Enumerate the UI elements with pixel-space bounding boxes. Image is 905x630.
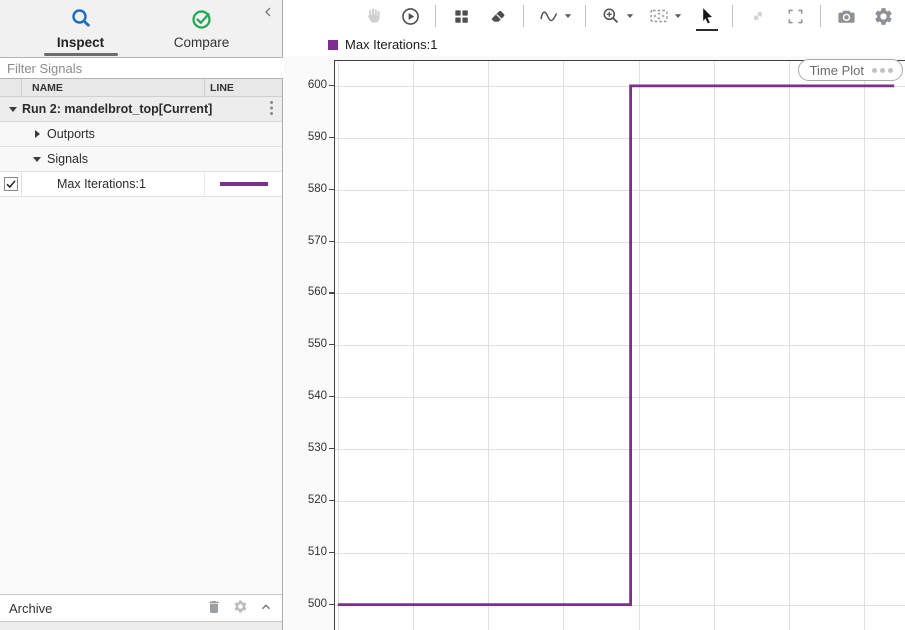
y-tick-mark xyxy=(329,241,334,242)
chevron-down-icon xyxy=(626,13,634,19)
tab-inspect-label: Inspect xyxy=(57,35,104,50)
tab-inspect[interactable]: Inspect xyxy=(26,0,136,57)
sidebar-tabs: Inspect Compare xyxy=(0,0,282,57)
y-tick-label: 570 xyxy=(284,235,327,248)
signal-wave-icon[interactable] xyxy=(537,3,561,29)
archive-collapse-chevron-icon[interactable] xyxy=(259,600,273,617)
y-tick-label: 520 xyxy=(284,494,327,507)
settings-gear-icon[interactable] xyxy=(871,3,895,29)
signals-row-label: Signals xyxy=(47,152,88,166)
fit-to-view-icon[interactable] xyxy=(647,3,671,29)
time-plot-badge-label: Time Plot xyxy=(810,63,864,78)
sidebar: Inspect Compare NAME LINE xyxy=(0,0,283,630)
y-tick-mark xyxy=(329,344,334,345)
inspect-magnifier-icon xyxy=(68,6,94,32)
run-options-kebab-icon[interactable] xyxy=(269,100,274,119)
time-plot-canvas[interactable] xyxy=(334,60,905,630)
signal-row-max-iterations[interactable]: Max Iterations:1 xyxy=(0,172,282,197)
y-tick-mark xyxy=(329,552,334,553)
y-tick-mark xyxy=(329,500,334,501)
plot-panel: Max Iterations:1 Time Plot 500 510 520 530 5… xyxy=(284,0,905,630)
fit-to-view-dropdown[interactable] xyxy=(647,3,682,29)
checkbox-column-header xyxy=(0,79,22,96)
toolbar-separator xyxy=(732,5,733,27)
zoom-in-icon[interactable] xyxy=(599,3,623,29)
signal-tree-empty-area xyxy=(0,197,282,594)
signal-name-label: Max Iterations:1 xyxy=(57,177,146,191)
line-column-header: LINE xyxy=(204,79,282,96)
legend-color-swatch xyxy=(328,40,338,50)
y-tick-label: 560 xyxy=(284,286,327,299)
signals-row[interactable]: Signals xyxy=(0,147,282,172)
collapsed-caret-icon[interactable] xyxy=(35,130,40,138)
toolbar-separator xyxy=(585,5,586,27)
archive-settings-gear-icon[interactable] xyxy=(233,599,248,617)
y-tick-label: 580 xyxy=(284,183,327,196)
y-tick-mark xyxy=(329,604,334,605)
expand-diagonal-icon xyxy=(746,3,770,29)
y-tick-label: 600 xyxy=(284,79,327,92)
pan-hand-icon xyxy=(361,3,385,29)
plot-legend: Max Iterations:1 xyxy=(328,37,438,52)
simulation-data-inspector: Inspect Compare NAME LINE xyxy=(0,0,905,630)
y-tick-label: 500 xyxy=(284,598,327,611)
chevron-left-icon xyxy=(260,4,276,20)
pointer-icon[interactable] xyxy=(695,3,719,29)
zoom-dropdown[interactable] xyxy=(599,3,634,29)
signal-step-line xyxy=(335,61,905,630)
filter-signals-input[interactable] xyxy=(0,57,283,79)
expand-caret-icon[interactable] xyxy=(9,107,17,112)
snapshot-camera-icon[interactable] xyxy=(834,3,858,29)
outports-row-label: Outports xyxy=(47,127,95,141)
expand-caret-icon[interactable] xyxy=(33,157,41,162)
signal-line-cell xyxy=(204,172,282,196)
y-tick-label: 510 xyxy=(284,546,327,559)
y-tick-mark xyxy=(329,448,334,449)
chevron-down-icon xyxy=(564,13,572,19)
signal-checkbox-cell xyxy=(0,172,22,196)
replay-icon[interactable] xyxy=(398,3,422,29)
archive-bar[interactable]: Archive xyxy=(0,594,282,621)
y-tick-mark xyxy=(329,292,334,293)
chevron-down-icon xyxy=(674,13,682,19)
compare-check-icon xyxy=(189,6,215,32)
trash-icon[interactable] xyxy=(206,599,222,618)
name-column-header: NAME xyxy=(22,82,204,94)
outports-row[interactable]: Outports xyxy=(0,122,282,147)
sidebar-collapse-button[interactable] xyxy=(260,4,276,20)
toolbar-separator xyxy=(435,5,436,27)
y-tick-mark xyxy=(329,137,334,138)
y-tick-mark xyxy=(329,396,334,397)
plot-region: Time Plot 500 510 520 530 540 550 560 570 580 590… xyxy=(284,56,905,630)
layout-grid-icon[interactable] xyxy=(449,3,473,29)
run-row[interactable]: Run 2: mandelbrot_top[Current] xyxy=(0,97,282,122)
signal-table-header: NAME LINE xyxy=(0,79,282,97)
tab-compare-label: Compare xyxy=(174,35,230,50)
toolbar-separator xyxy=(820,5,821,27)
toolbar-separator xyxy=(523,5,524,27)
time-plot-badge[interactable]: Time Plot xyxy=(798,59,903,81)
archive-label: Archive xyxy=(9,601,52,616)
plot-toolbar xyxy=(284,0,905,32)
signal-line-swatch xyxy=(220,182,268,186)
legend-label: Max Iterations:1 xyxy=(345,37,438,52)
archive-panel-edge xyxy=(0,621,282,630)
y-tick-label: 540 xyxy=(284,390,327,403)
signal-wave-dropdown[interactable] xyxy=(537,3,572,29)
badge-menu-dots-icon[interactable] xyxy=(872,68,893,73)
y-tick-mark xyxy=(329,85,334,86)
signal-visibility-checkbox[interactable] xyxy=(4,177,18,191)
y-tick-label: 530 xyxy=(284,442,327,455)
y-tick-label: 590 xyxy=(284,131,327,144)
run-row-label: Run 2: mandelbrot_top[Current] xyxy=(22,102,212,116)
checkmark-icon xyxy=(5,178,17,190)
y-tick-label: 550 xyxy=(284,338,327,351)
y-tick-mark xyxy=(329,189,334,190)
maximize-icon[interactable] xyxy=(783,3,807,29)
eraser-icon[interactable] xyxy=(486,3,510,29)
tab-compare[interactable]: Compare xyxy=(147,0,257,57)
